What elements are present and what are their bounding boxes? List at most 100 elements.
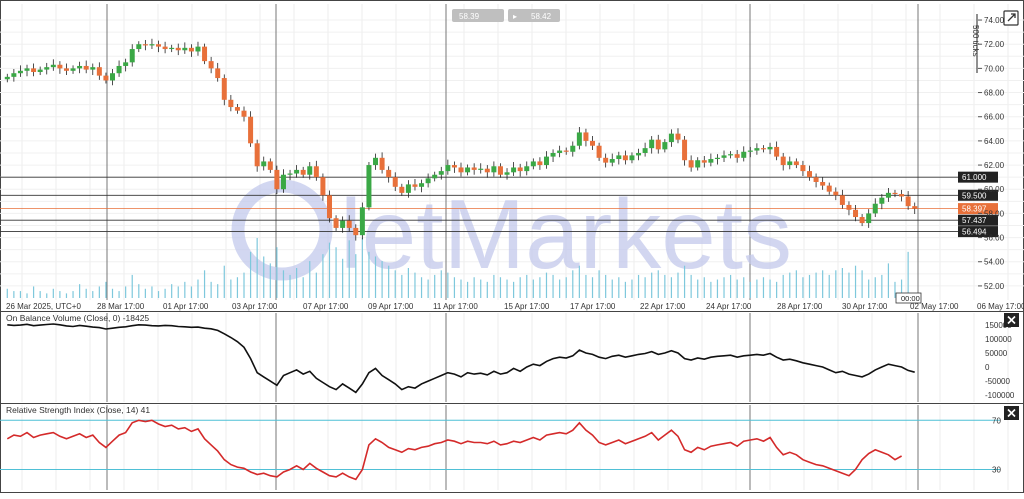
candle-body [63, 68, 69, 71]
candle-body [767, 146, 773, 150]
time-tick-label: 11 Apr 17:00 [433, 302, 478, 311]
price-tick-label: 72.00 [984, 40, 1005, 49]
volume-bar [381, 261, 383, 298]
candle-body [425, 178, 431, 184]
volume-bar [749, 281, 751, 298]
candle-body [109, 73, 115, 81]
volume-bar [374, 256, 377, 298]
volume-bar [697, 279, 699, 298]
candle-body [340, 220, 346, 228]
obv-tick-label: 0 [985, 363, 990, 372]
crosshair-time-box: 00:00 [895, 292, 922, 304]
candle-body [675, 133, 681, 140]
volume-bar [414, 272, 416, 298]
volume-bar [348, 240, 350, 298]
candle-body [491, 166, 497, 173]
volume-bar [440, 270, 442, 298]
sell-price-value: 58.39 [459, 12, 480, 21]
candle-body [90, 67, 96, 70]
volume-bar [394, 270, 396, 298]
volume-bar [690, 274, 692, 298]
candle-body [320, 177, 326, 196]
volume-bar [315, 272, 317, 298]
volume-bar [703, 277, 705, 298]
volume-bar [19, 291, 22, 298]
candle-body [807, 171, 813, 178]
candle-body [405, 184, 411, 193]
volume-bar [197, 279, 199, 298]
candle-body [202, 46, 208, 62]
volume-bar [789, 272, 791, 298]
obv-close-icon[interactable] [1004, 313, 1019, 327]
candle-body [655, 139, 661, 150]
volume-bar [6, 288, 8, 298]
price-tick-label: 70.00 [984, 64, 1005, 73]
expand-icon[interactable] [1003, 10, 1019, 26]
volume-bar [552, 274, 554, 298]
candle-body [688, 160, 694, 168]
volume-bar [526, 274, 528, 298]
rsi-close-icon[interactable] [1004, 406, 1019, 420]
candle-body [524, 166, 530, 172]
candle-body [359, 207, 365, 236]
volume-bar [98, 286, 100, 298]
candle-body [839, 195, 845, 205]
candle-body [728, 154, 734, 156]
candle-body [760, 148, 766, 150]
candle-body [662, 142, 668, 150]
volume-bar [434, 274, 436, 298]
candle-body [912, 206, 918, 209]
volume-bar [466, 281, 469, 298]
obv-tick-label: 50000 [985, 349, 1008, 358]
candle-body [813, 177, 819, 182]
candle-body [77, 65, 83, 69]
volume-bar [335, 247, 337, 298]
candle-body [682, 139, 688, 161]
time-tick-label: 22 Apr 17:00 [640, 302, 686, 311]
volume-bar [203, 270, 206, 298]
candle-body [4, 76, 10, 80]
sell-price-box[interactable]: 58.39 [452, 9, 504, 22]
volume-bar [72, 291, 74, 298]
price-tick-label: 74.00 [984, 16, 1005, 25]
volume-bar [361, 238, 363, 298]
candle-body [432, 174, 438, 179]
volume-bar [683, 265, 686, 298]
volume-bar [131, 274, 133, 298]
candle-body [451, 165, 457, 168]
volume-bar [407, 268, 409, 298]
candle-body [484, 168, 490, 173]
candle-body [162, 46, 168, 50]
candle-body [123, 62, 129, 66]
candle-body [399, 186, 405, 193]
buy-price-box[interactable]: ▸ 58.42 [508, 9, 560, 22]
trading-chart: letMarkets 61.00059.50058.39757.43756.49… [0, 0, 1024, 493]
candle-body [872, 203, 878, 214]
candle-body [833, 191, 839, 196]
candle-body [333, 218, 339, 228]
candle-body [326, 195, 332, 219]
volume-bar [276, 247, 278, 298]
volume-bar [236, 277, 239, 298]
volume-bar [808, 274, 811, 298]
volume-bar [677, 272, 679, 298]
time-tick-label: 17 Apr 17:00 [570, 302, 616, 311]
candle-body [373, 157, 379, 166]
volume-bar [217, 284, 219, 298]
volume-bar [52, 288, 54, 298]
candle-body [103, 75, 109, 81]
volume-bar [624, 281, 626, 298]
crosshair-time-label: 00:00 [901, 294, 920, 303]
candle-body [603, 157, 609, 163]
price-tick-label: 60.00 [984, 185, 1005, 194]
obv-tick-label: -50000 [985, 377, 1010, 386]
candle-body [517, 167, 523, 172]
candle-body [307, 166, 313, 175]
volume-bar [591, 277, 594, 298]
volume-bar [723, 277, 725, 298]
candle-body [576, 132, 582, 146]
volume-bar [138, 284, 140, 298]
volume-bar [105, 281, 107, 298]
volume-bar [269, 263, 271, 298]
volume-bar [664, 274, 666, 298]
